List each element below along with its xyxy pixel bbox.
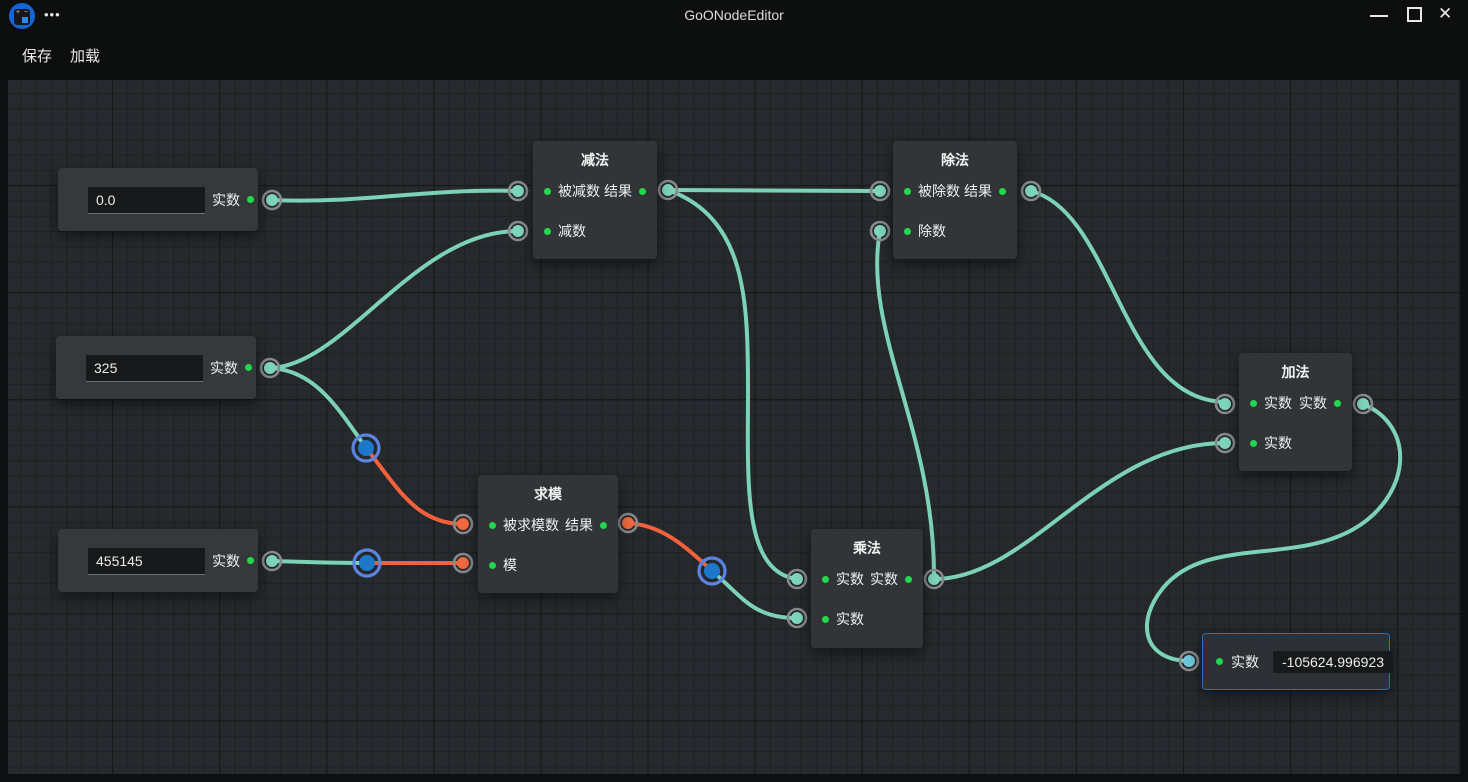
port-label: 被减数 <box>558 183 600 199</box>
type-dot-icon <box>904 187 911 195</box>
wire-subtract-to-multiply[interactable] <box>666 188 799 581</box>
port-label: 模 <box>503 557 517 573</box>
node-title: 加法 <box>1281 364 1310 380</box>
port-label: 实数 <box>212 552 240 569</box>
type-dot-icon <box>247 196 254 203</box>
node-title: 乘法 <box>853 540 881 556</box>
node-modulo[interactable]: 求模 被求模数 模 结果 <box>478 475 618 593</box>
port-label: 实数 <box>870 571 898 587</box>
port-label: 实数 <box>1299 395 1327 411</box>
node-title: 减法 <box>581 152 609 168</box>
port-label: 实数 <box>1264 435 1292 451</box>
node-title: 求模 <box>534 486 562 502</box>
port-label: 结果 <box>604 183 632 199</box>
wire-inputB-to-subtract[interactable] <box>268 229 520 370</box>
output-value: -105624.996923 <box>1273 650 1393 673</box>
type-dot-icon <box>544 187 551 195</box>
type-dot-icon <box>639 187 646 195</box>
port-label: 减数 <box>558 223 586 239</box>
node-title: 除法 <box>941 152 969 168</box>
type-dot-icon <box>544 227 551 235</box>
port-label: 实数 <box>1231 653 1259 670</box>
type-dot-icon <box>600 521 607 529</box>
port-add-in-1[interactable] <box>1214 393 1236 415</box>
port-label: 实数 <box>210 359 238 376</box>
value-input[interactable] <box>86 355 203 382</box>
port-label: 实数 <box>836 571 864 587</box>
type-dot-icon <box>905 575 912 583</box>
port-label: 实数 <box>1264 395 1292 411</box>
wire-multiply-to-add[interactable] <box>932 441 1227 581</box>
node-input-b[interactable]: 实数 <box>56 336 256 399</box>
type-dot-icon <box>489 521 496 529</box>
wire-divide-to-add[interactable] <box>1029 189 1227 404</box>
node-input-c[interactable]: 实数 <box>58 529 258 592</box>
port-label: 被求模数 <box>503 517 559 533</box>
value-input[interactable] <box>88 187 205 214</box>
port-label: 结果 <box>565 517 593 533</box>
node-subtract[interactable]: 减法 被减数 减数 结果 <box>533 141 657 259</box>
node-input-a[interactable]: 实数 <box>58 168 258 231</box>
type-dot-icon <box>904 227 911 235</box>
type-dot-icon <box>1250 439 1257 447</box>
node-multiply[interactable]: 乘法 实数 实数 实数 <box>811 529 923 648</box>
node-output[interactable]: 实数 -105624.996923 <box>1202 633 1393 690</box>
port-label: 被除数 <box>918 183 960 199</box>
port-label: 结果 <box>964 183 992 199</box>
wire-inputB-to-reroute1[interactable] <box>268 366 368 450</box>
type-dot-icon <box>822 575 829 583</box>
type-dot-icon <box>1250 399 1257 407</box>
wire-reroute1-to-modulo[interactable] <box>364 446 465 526</box>
type-dot-icon <box>1334 399 1341 407</box>
type-dot-icon <box>247 557 254 564</box>
reroute-point-3[interactable] <box>697 556 727 586</box>
wire-inputA-to-subtract[interactable] <box>270 188 520 203</box>
type-dot-icon <box>999 187 1006 195</box>
node-add[interactable]: 加法 实数 实数 实数 <box>1239 353 1352 471</box>
reroute-point-1[interactable] <box>351 433 381 463</box>
value-input[interactable] <box>88 548 205 575</box>
type-dot-icon <box>822 615 829 623</box>
port-add-out[interactable] <box>1352 393 1374 415</box>
wire-multiply-to-divide-divisor[interactable] <box>875 229 936 577</box>
port-label: 实数 <box>836 611 864 627</box>
port-label: 除数 <box>918 223 946 239</box>
node-divide[interactable]: 除法 被除数 除数 结果 <box>893 141 1017 259</box>
type-dot-icon <box>489 561 496 569</box>
wire-subtract-to-divide[interactable] <box>666 188 882 193</box>
type-dot-icon <box>245 364 252 371</box>
port-label: 实数 <box>212 191 240 208</box>
type-dot-icon <box>1216 658 1223 665</box>
